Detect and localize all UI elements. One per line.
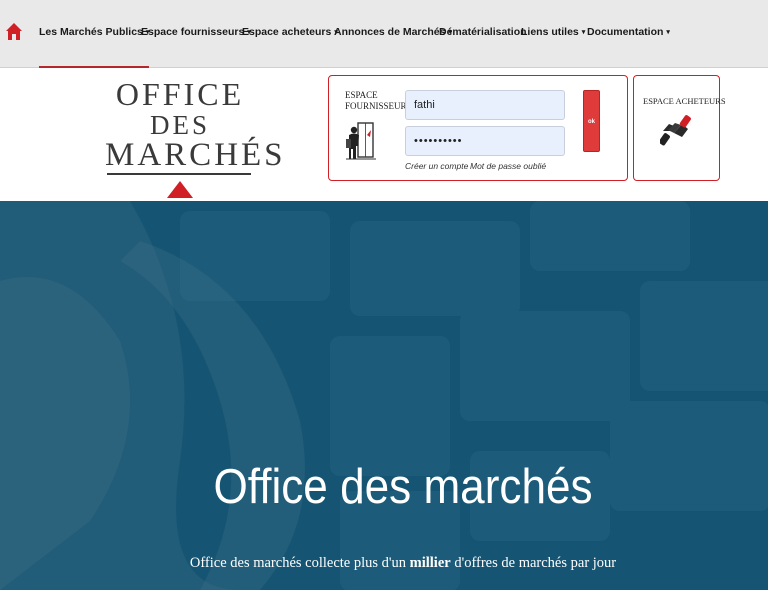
buyer-space-box[interactable]: ESPACE ACHETEURS [633, 75, 726, 181]
hero-banner: Office des marchés Office des marchés co… [0, 201, 768, 590]
nav-label: Dématérialisation [439, 26, 527, 38]
nav-label: Espace fournisseurs [141, 26, 245, 38]
hero-subtitle-part1: Office des marchés collecte plus d'un [189, 555, 410, 571]
hero-subtitle: Office des marchés collecte plus d'un mi… [0, 555, 768, 572]
caret-down-icon: ▾ [666, 29, 670, 36]
username-input[interactable] [405, 90, 565, 120]
nav-item-espace-fournisseurs[interactable]: Espace fournisseurs ▾ [141, 0, 251, 68]
hero-subtitle-part2: d'offres de marchés par jour [450, 555, 617, 571]
nav-item-marches-publics[interactable]: Les Marchés Publics ▾ [39, 0, 150, 68]
nav-label: Liens utiles [521, 26, 579, 38]
forgot-password-link[interactable]: Mot de passe oublié [470, 161, 546, 171]
handshake-icon [660, 115, 691, 146]
hero-title: Office des marchés [213, 460, 593, 514]
login-ok-button[interactable]: ok [583, 90, 600, 152]
caret-down-icon: ▾ [581, 29, 586, 36]
nav-item-liens-utiles[interactable]: Liens utiles ▾ [521, 0, 585, 68]
buyer-box-title: ESPACE ACHETEURS [643, 96, 726, 106]
header: OFFICE DES MARCHÉS ESPACE FOURNISSEURS o… [0, 69, 768, 201]
supplier-title-line1: ESPACE [345, 90, 378, 100]
office-des-marches-logo[interactable]: OFFICE DES MARCHÉS [105, 74, 286, 199]
logo-triangle-icon [167, 181, 193, 198]
top-navbar: Les Marchés Publics ▾ Espace fournisseurs… [0, 0, 768, 68]
nav-item-documentation[interactable]: Documentation ▾ [587, 0, 670, 68]
nav-item-annonces[interactable]: Annonces de Marchés ▾ [334, 0, 452, 68]
password-input[interactable] [405, 126, 565, 156]
supplier-login-box: ESPACE FOURNISSEURS ok Créer un compte M… [328, 75, 628, 181]
logo-line-office: OFFICE [115, 76, 245, 112]
nav-item-dematerialisation[interactable]: Dématérialisation [439, 0, 527, 68]
nav-label: Documentation [587, 26, 664, 38]
nav-item-espace-acheteurs[interactable]: Espace acheteurs ▾ [242, 0, 338, 68]
nav-label: Les Marchés Publics [39, 26, 143, 38]
logo-line-marches: MARCHÉS [105, 137, 286, 173]
keyboard-background-image [0, 201, 768, 590]
logo-rule [107, 173, 251, 175]
hero-subtitle-bold: millier [409, 555, 451, 571]
supplier-title-line2: FOURNISSEURS [345, 101, 412, 111]
nav-label: Annonces de Marchés [334, 26, 446, 38]
supplier-box-title: ESPACE FOURNISSEURS [345, 90, 412, 112]
nav-label: Espace acheteurs [242, 26, 332, 38]
supplier-person-icon [346, 122, 376, 160]
home-icon[interactable] [5, 22, 23, 42]
create-account-link[interactable]: Créer un compte [405, 161, 468, 171]
